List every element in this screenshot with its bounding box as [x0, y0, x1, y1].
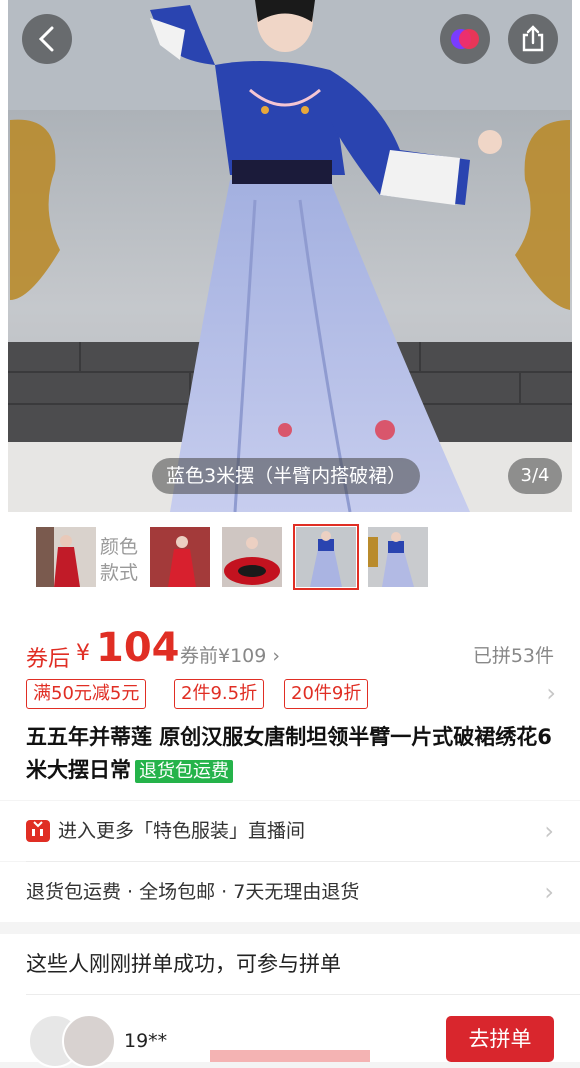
sold-count: 已拼53件 [472, 645, 554, 667]
variant-thumb-4-selected[interactable] [293, 524, 359, 590]
variant-thumbnail-strip: 颜色 款式 [0, 512, 580, 607]
image-counter: 3/4 [508, 458, 562, 494]
group-buy-section: 这些人刚刚拼单成功，可参与拼单 19** 去拼单 [0, 934, 580, 1068]
chevron-right-icon: › [544, 878, 554, 906]
live-tv-icon [26, 820, 50, 842]
hero-right-edge [572, 0, 580, 512]
promo-tags[interactable]: 满50元减5元 2件9.5折 20件9折 › [26, 679, 556, 711]
price-row: 券后 ¥ 104 券前¥109 › 已拼53件 [26, 625, 556, 677]
live-prefix: 进入更多 [58, 820, 135, 842]
product-photo [0, 0, 580, 512]
variant-label: 颜色 款式 [99, 536, 138, 584]
join-group-button[interactable]: 去拼单 [446, 1016, 554, 1062]
price-value: 104 [96, 625, 180, 671]
return-shipping-badge: 退货包运费 [135, 760, 233, 783]
service-text: 退货包运费 · 全场包邮 · 7天无理由退货 [26, 881, 360, 903]
avatar [62, 1014, 116, 1068]
hero-left-edge [0, 0, 8, 512]
variant-thumb-2[interactable] [150, 527, 210, 587]
chevron-right-icon: › [546, 679, 556, 707]
service-row[interactable]: 退货包运费 · 全场包邮 · 7天无理由退货 › [0, 862, 580, 922]
app-badge-icon [451, 29, 479, 49]
product-title: 五五年并蒂莲 原创汉服女唐制坦领半臂一片式破裙绣花6米大摆日常 退货包运费 [26, 725, 552, 783]
coupon-before-price[interactable]: 券前¥109 › [180, 641, 280, 668]
chevron-right-icon: › [544, 817, 554, 845]
promo-tag[interactable]: 20件9折 [284, 679, 369, 709]
promo-tag[interactable]: 满50元减5元 [26, 679, 147, 709]
price-label: 券后 [26, 647, 71, 672]
share-icon [522, 25, 544, 52]
group-username: 19** [124, 1030, 168, 1052]
variant-thumb-1[interactable] [36, 527, 96, 587]
product-image-carousel[interactable]: 蓝色3米摆（半臂内搭破裙） 3/4 [0, 0, 580, 512]
back-arrow-icon [38, 26, 54, 52]
live-suffix: 直播间 [248, 820, 306, 842]
currency-symbol: ¥ [76, 641, 90, 666]
promo-tag[interactable]: 2件9.5折 [174, 679, 265, 709]
variant-thumb-5[interactable] [368, 527, 428, 587]
product-info: 券后 ¥ 104 券前¥109 › 已拼53件 满50元减5元 2件9.5折 2… [0, 607, 580, 800]
share-button[interactable] [508, 14, 558, 64]
group-buy-title: 这些人刚刚拼单成功，可参与拼单 [26, 952, 341, 976]
app-badge-button[interactable] [440, 14, 490, 64]
back-button[interactable] [22, 14, 72, 64]
variant-thumb-3[interactable] [222, 527, 282, 587]
live-room-row[interactable]: 进入更多「特色服装」直播间 › [0, 801, 580, 861]
live-highlight: 「特色服装」 [134, 820, 249, 842]
bottom-bar-fragment [210, 1050, 370, 1062]
image-caption: 蓝色3米摆（半臂内搭破裙） [152, 458, 421, 494]
divider [26, 994, 580, 995]
